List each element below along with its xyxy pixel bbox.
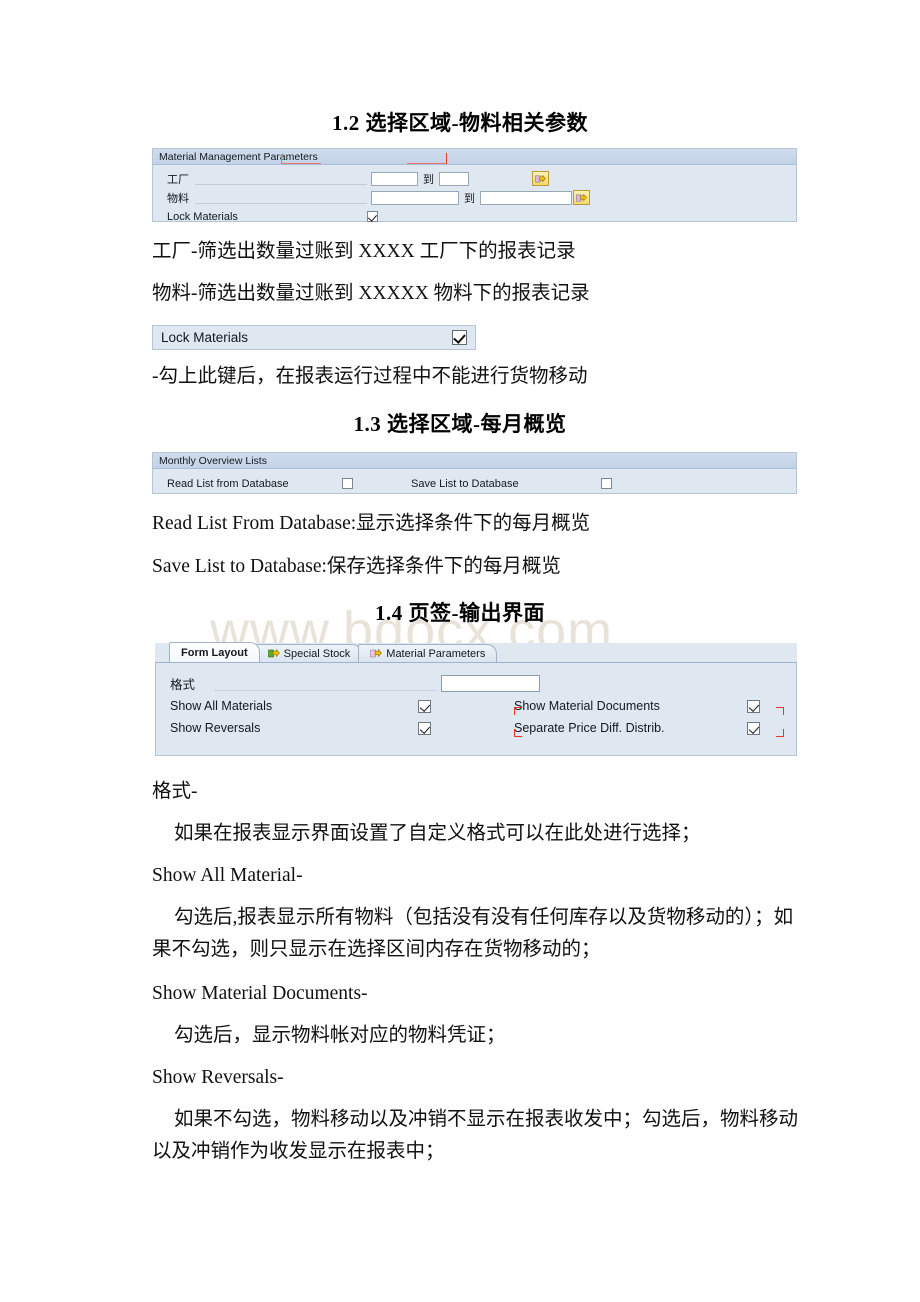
paragraph-show-reversals-title: Show Reversals-	[152, 1067, 284, 1088]
paragraph-show-material-documents-title: Show Material Documents-	[152, 983, 368, 1004]
tab-material-parameters-label: Material Parameters	[386, 647, 486, 660]
paragraph-format-title: 格式-	[152, 781, 198, 802]
panel-titlebar: Material Management Parameters	[153, 149, 796, 165]
paragraph-material-description: 物料-筛选出数量过账到 XXXXX 物料下的报表记录	[152, 283, 590, 304]
tab-material-parameters[interactable]: Material Parameters	[358, 644, 498, 662]
output-tabstrip: Form Layout Special Stock Material Param…	[155, 642, 797, 756]
checkbox-row-2: Show Reversals Separate Price Diff. Dist…	[156, 717, 796, 739]
material-to-label: 到	[464, 191, 475, 205]
paragraph-save-list-description: Save List to Database:保存选择条件下的每月概览	[152, 556, 561, 577]
save-list-label: Save List to Database	[411, 477, 519, 490]
pink-arrow-icon	[370, 648, 383, 659]
page-heading-1-4: 1.4 页签-输出界面	[375, 601, 545, 625]
material-multi-select-arrow-icon[interactable]	[573, 190, 590, 205]
plant-label-rule	[195, 172, 367, 185]
lock-materials-label: Lock Materials	[167, 210, 238, 223]
material-label: 物料	[167, 191, 189, 205]
tab-form-layout[interactable]: Form Layout	[169, 642, 260, 662]
tab-special-stock[interactable]: Special Stock	[255, 644, 363, 662]
green-arrow-icon	[267, 648, 280, 659]
show-material-documents-checkbox[interactable]	[747, 699, 760, 713]
plant-to-label: 到	[423, 172, 434, 186]
monthly-panel-titlebar: Monthly Overview Lists	[153, 453, 796, 469]
read-list-checkbox[interactable]	[342, 478, 353, 489]
separate-price-diff-checkbox[interactable]	[747, 721, 760, 735]
paragraph-show-all-material-title: Show All Material-	[152, 865, 303, 886]
format-input[interactable]	[441, 674, 540, 692]
page-heading-1-2: 1.2 选择区域-物料相关参数	[332, 111, 588, 135]
paragraph-read-list-description: Read List From Database:显示选择条件下的每月概览	[152, 513, 591, 534]
field-row-plant: 工厂 到	[153, 169, 796, 188]
lock-materials-strip: Lock Materials	[152, 325, 476, 350]
document-page: www.bdocx.com 1.2 选择区域-物料相关参数 Material M…	[0, 0, 920, 1302]
lock-materials-strip-label: Lock Materials	[161, 330, 249, 345]
tab-strip: Form Layout Special Stock Material Param…	[155, 642, 797, 663]
show-all-materials-label: Show All Materials	[170, 699, 273, 713]
plant-to-input[interactable]	[439, 171, 469, 186]
monthly-panel-body: Read List from Database Save List to Dat…	[153, 469, 796, 501]
show-all-materials-checkbox[interactable]	[418, 699, 431, 713]
paragraph-show-all-material-description: 勾选后,报表显示所有物料（包括没有没有任何库存以及货物移动的）；如果不勾选，则只…	[152, 907, 794, 960]
material-management-parameters-panel: Material Management Parameters 工厂 到 物料 到…	[152, 148, 797, 223]
page-heading-1-3: 1.3 选择区域-每月概览	[353, 412, 567, 436]
material-from-input[interactable]	[371, 190, 459, 205]
paragraph-lock-description: -勾上此键后，在报表运行过程中不能进行货物移动	[152, 366, 588, 387]
paragraph-plant-description: 工厂-筛选出数量过账到 XXXX 工厂下的报表记录	[152, 241, 576, 262]
lock-materials-checkbox[interactable]	[367, 211, 378, 222]
read-list-label: Read List from Database	[167, 477, 289, 490]
save-list-checkbox[interactable]	[601, 478, 612, 489]
checkbox-row-1: Show All Materials Show Material Documen…	[156, 695, 796, 717]
monthly-panel-title: Monthly Overview Lists	[159, 454, 267, 467]
tab-form-layout-label: Form Layout	[181, 646, 248, 659]
tab-special-stock-label: Special Stock	[283, 647, 351, 660]
show-material-documents-label: Show Material Documents	[514, 699, 660, 713]
plant-label: 工厂	[167, 172, 189, 186]
format-label-rule	[214, 676, 437, 691]
monthly-options-row: Read List from Database Save List to Dat…	[153, 474, 796, 493]
tab-panel-form-layout: 格式 Show All Materials Show Material Docu…	[155, 663, 797, 756]
field-row-material: 物料 到	[153, 188, 796, 207]
format-row: 格式	[156, 671, 796, 695]
plant-from-input[interactable]	[371, 171, 418, 186]
monthly-overview-lists-panel: Monthly Overview Lists Read List from Da…	[152, 452, 797, 494]
material-to-input[interactable]	[480, 190, 572, 205]
plant-multi-select-arrow-icon[interactable]	[532, 171, 549, 186]
lock-materials-strip-checkbox[interactable]	[452, 330, 467, 345]
panel-body: 工厂 到 物料 到 Lock Materials	[153, 165, 796, 234]
field-row-lock-materials: Lock Materials	[153, 207, 796, 226]
paragraph-show-material-documents-description: 勾选后，显示物料帐对应的物料凭证；	[174, 1025, 506, 1046]
separate-price-diff-label: Separate Price Diff. Distrib.	[514, 721, 665, 735]
panel-title: Material Management Parameters	[159, 150, 318, 163]
paragraph-format-description: 如果在报表显示界面设置了自定义格式可以在此处进行选择；	[174, 823, 701, 844]
paragraph-show-reversals-description: 如果不勾选，物料移动以及冲销不显示在报表收发中；勾选后，物料移动以及冲销作为收发…	[152, 1109, 799, 1162]
material-label-rule	[195, 191, 367, 204]
show-reversals-checkbox[interactable]	[418, 721, 431, 735]
format-label: 格式	[170, 676, 196, 692]
show-reversals-label: Show Reversals	[170, 721, 261, 735]
